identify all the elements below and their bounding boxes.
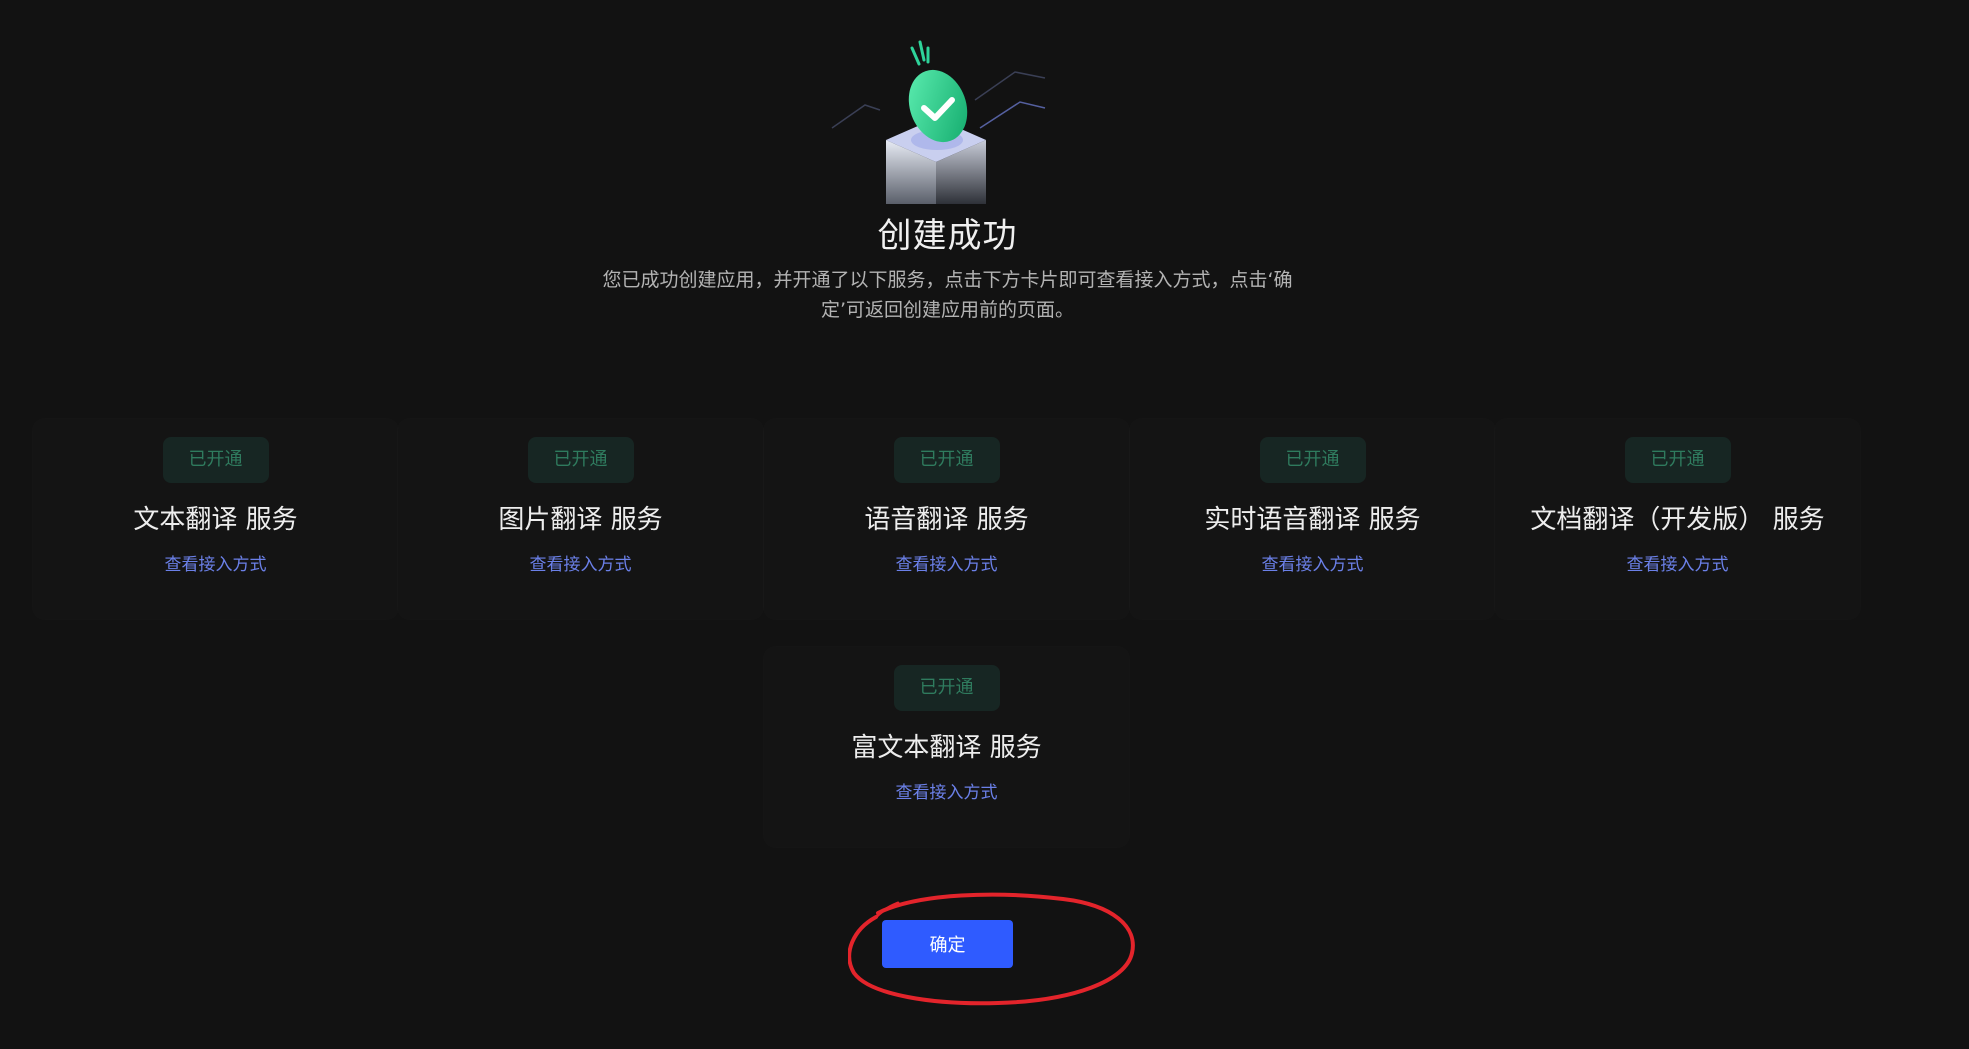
view-access-link[interactable]: 查看接入方式 xyxy=(398,550,763,575)
view-access-link[interactable]: 查看接入方式 xyxy=(764,778,1129,803)
view-access-link[interactable]: 查看接入方式 xyxy=(764,550,1129,575)
service-card-document-translation[interactable]: 已开通 文档翻译（开发版） 服务 查看接入方式 xyxy=(1495,419,1860,619)
service-title: 实时语音翻译 服务 xyxy=(1204,505,1421,535)
page-title: 创建成功 xyxy=(877,216,1018,256)
page-description: 您已成功创建应用，并开通了以下服务，点击下方卡片即可查看接入方式，点击‘确定’可… xyxy=(602,269,1293,321)
status-badge: 已开通 xyxy=(1259,437,1366,483)
service-title: 语音翻译 服务 xyxy=(864,505,1029,535)
service-card-speech-translation[interactable]: 已开通 语音翻译 服务 查看接入方式 xyxy=(764,419,1129,619)
service-title: 富文本翻译 服务 xyxy=(851,733,1042,763)
success-illustration xyxy=(820,30,1060,210)
service-title: 文本翻译 服务 xyxy=(133,505,298,535)
service-card-text-translation[interactable]: 已开通 文本翻译 服务 查看接入方式 xyxy=(33,419,398,619)
service-card-rich-text-translation[interactable]: 已开通 富文本翻译 服务 查看接入方式 xyxy=(764,647,1129,847)
service-title: 图片翻译 服务 xyxy=(498,505,663,535)
view-access-link[interactable]: 查看接入方式 xyxy=(1130,550,1495,575)
status-badge: 已开通 xyxy=(1624,437,1731,483)
status-badge: 已开通 xyxy=(893,437,1000,483)
status-badge: 已开通 xyxy=(162,437,269,483)
service-card-image-translation[interactable]: 已开通 图片翻译 服务 查看接入方式 xyxy=(398,419,763,619)
status-badge: 已开通 xyxy=(527,437,634,483)
status-badge: 已开通 xyxy=(893,665,1000,711)
confirm-button[interactable]: 确定 xyxy=(882,920,1013,968)
service-title: 文档翻译（开发版） 服务 xyxy=(1530,505,1825,535)
view-access-link[interactable]: 查看接入方式 xyxy=(33,550,398,575)
view-access-link[interactable]: 查看接入方式 xyxy=(1495,550,1860,575)
check-box-icon xyxy=(831,40,1046,204)
service-card-realtime-speech-translation[interactable]: 已开通 实时语音翻译 服务 查看接入方式 xyxy=(1130,419,1495,619)
